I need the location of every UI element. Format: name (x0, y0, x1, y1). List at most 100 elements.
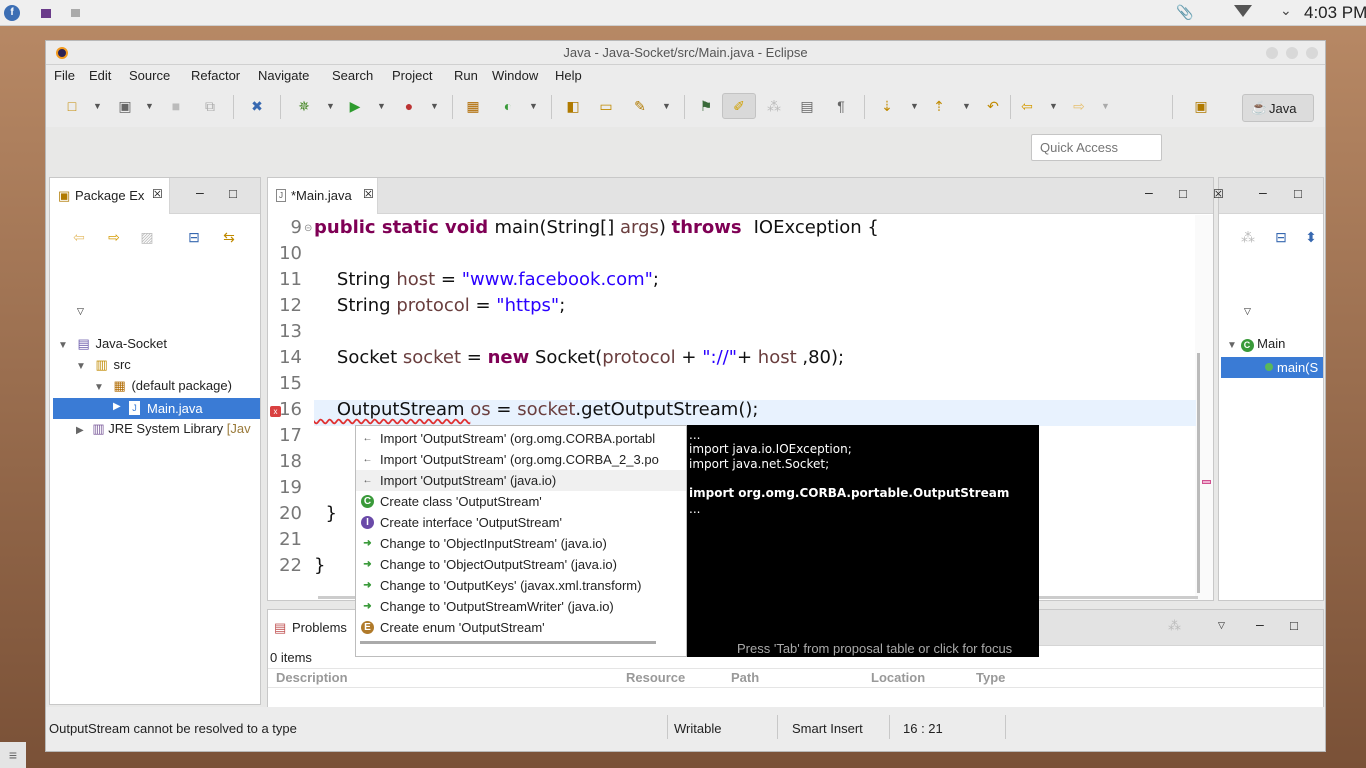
code-line[interactable]: String host = "www.facebook.com"; (314, 269, 659, 290)
up-nav-icon[interactable]: ▨ (138, 228, 156, 246)
quick-access-field[interactable] (1031, 134, 1162, 161)
proposal-item[interactable]: E Create enum 'OutputStream' (356, 617, 686, 638)
proposal-item[interactable]: C Create class 'OutputStream' (356, 491, 686, 512)
run-icon[interactable]: ▶ (346, 97, 364, 115)
maximize-icon[interactable]: □ (1179, 186, 1187, 201)
prev-annotation-dropdown-icon[interactable]: ▼ (962, 97, 971, 115)
editor-tab-main-java[interactable]: J *Main.java ☒ (268, 178, 378, 214)
new-class-dropdown-icon[interactable]: ▼ (529, 97, 538, 115)
menu-refactor[interactable]: Refactor (191, 68, 240, 83)
menu-file[interactable]: File (54, 68, 75, 83)
minimize-icon[interactable]: – (1145, 184, 1153, 200)
popup-scrollbar[interactable] (360, 641, 656, 644)
save-disabled-icon[interactable]: ■ (167, 97, 185, 115)
next-annotation-icon[interactable]: ⇣ (878, 97, 896, 115)
proposal-item[interactable]: ← Import 'OutputStream' (org.omg.CORBA_2_… (356, 449, 686, 470)
tree-item-jre[interactable]: ▶ ▥ JRE System Library [Jav (76, 421, 251, 441)
save-icon[interactable]: ▣ (116, 97, 134, 115)
mark-occurrences-icon[interactable]: ⁂ (765, 97, 783, 115)
tree-item-src[interactable]: ▼ ▥ src (76, 357, 131, 377)
code-line[interactable]: } (314, 503, 336, 524)
fold-marker-icon[interactable]: ⊝ (304, 223, 312, 234)
col-location[interactable]: Location (871, 670, 925, 685)
proposal-item[interactable]: ➜ Change to 'ObjectOutputStream' (java.io… (356, 554, 686, 575)
highlight-toggle-button[interactable]: ✐ (722, 93, 756, 119)
close-tab-icon[interactable]: ☒ (363, 187, 374, 201)
proposal-item[interactable]: ➜ Change to 'OutputStreamWriter' (java.io… (356, 596, 686, 617)
proposal-item[interactable]: ← Import 'OutputStream' (java.io) (356, 470, 686, 491)
debug-dropdown-icon[interactable]: ▼ (326, 97, 335, 115)
minimize-icon[interactable]: – (1256, 616, 1264, 632)
view-menu-icon[interactable]: ▽ (1218, 620, 1225, 631)
new-class-icon[interactable]: ◐ (499, 97, 517, 115)
outline-item-main-method[interactable]: main(S (1221, 357, 1323, 378)
outline-item-main[interactable]: ▼ C Main (1227, 336, 1285, 352)
proposal-item[interactable]: I Create interface 'OutputStream' (356, 512, 686, 533)
menu-source[interactable]: Source (129, 68, 170, 83)
clock[interactable]: 4:03 PM (1304, 3, 1366, 23)
tree-item-main-java[interactable]: ▶ J Main.java (53, 398, 260, 419)
package-explorer-tab[interactable]: ▣ Package Ex ☒ (50, 178, 170, 214)
save-dropdown-icon[interactable]: ▼ (145, 97, 154, 115)
proposal-item[interactable]: ➜ Change to 'OutputKeys' (javax.xml.trans… (356, 575, 686, 596)
open-folder-icon[interactable]: ▭ (597, 97, 615, 115)
open-type-icon[interactable]: ◧ (564, 97, 582, 115)
fedora-icon[interactable]: f (4, 5, 20, 21)
open-perspective-icon[interactable]: ▣ (1192, 97, 1210, 115)
menu-project[interactable]: Project (392, 68, 432, 83)
save-all-icon[interactable]: ⧉ (201, 97, 219, 115)
block-select-icon[interactable]: ▤ (798, 97, 816, 115)
attachment-icon[interactable]: 📎 (1176, 4, 1193, 21)
menu-navigate[interactable]: Navigate (258, 68, 309, 83)
col-description[interactable]: Description (276, 670, 348, 685)
eclipse-task-icon[interactable] (41, 9, 51, 18)
collapse-all-icon[interactable]: ⊟ (1272, 228, 1290, 246)
minimize-icon[interactable]: – (1259, 184, 1267, 200)
external-dropdown-icon[interactable]: ▼ (430, 97, 439, 115)
maximize-icon[interactable]: □ (229, 186, 237, 201)
close-window-button[interactable] (1306, 47, 1318, 59)
error-overview-marker[interactable] (1202, 480, 1211, 484)
java-perspective-button[interactable]: ☕ Java (1242, 94, 1314, 122)
link-icon[interactable]: ⬍ (1302, 228, 1320, 246)
col-resource[interactable]: Resource (626, 670, 685, 685)
last-edit-icon[interactable]: ↶ (984, 97, 1002, 115)
forward-nav-icon[interactable]: ⇨ (105, 228, 123, 246)
tree-item-project[interactable]: ▼ ▤ Java-Socket (58, 336, 167, 356)
collapse-all-icon[interactable]: ⊟ (185, 228, 203, 246)
forward-dropdown-icon[interactable]: ▼ (1101, 97, 1110, 115)
new-package-icon[interactable]: ▦ (464, 97, 482, 115)
proposal-item[interactable]: ➜ Change to 'ObjectInputStream' (java.io) (356, 533, 686, 554)
code-line[interactable]: public static void main(String[] args) t… (314, 217, 879, 238)
prev-annotation-icon[interactable]: ⇡ (930, 97, 948, 115)
col-type[interactable]: Type (976, 670, 1005, 685)
menu-run[interactable]: Run (454, 68, 478, 83)
maximize-icon[interactable]: □ (1294, 186, 1302, 201)
minimize-icon[interactable]: – (196, 184, 204, 200)
code-line[interactable]: Socket socket = new Socket(protocol + ":… (314, 347, 844, 368)
view-menu-icon[interactable]: ▽ (77, 306, 84, 317)
show-whitespace-icon[interactable]: ¶ (832, 97, 850, 115)
new-dropdown-icon[interactable]: ▼ (93, 97, 102, 115)
code-line[interactable]: OutputStream os = socket.getOutputStream… (314, 399, 759, 420)
back-nav-icon[interactable]: ⇦ (70, 228, 88, 246)
wifi-icon[interactable] (1234, 5, 1252, 17)
chevron-down-icon[interactable]: ⌄ (1280, 2, 1292, 19)
tree-item-default-package[interactable]: ▼ ▦ (default package) (94, 378, 232, 398)
view-settings-icon[interactable]: ⁂ (1168, 618, 1181, 634)
debug-icon[interactable]: ✵ (295, 97, 313, 115)
proposal-item[interactable]: ← Import 'OutputStream' (org.omg.CORBA.po… (356, 428, 686, 449)
menu-edit[interactable]: Edit (89, 68, 111, 83)
bottom-left-handle[interactable]: ≡ (0, 742, 26, 768)
code-line[interactable]: } (314, 555, 325, 576)
back-dropdown-icon[interactable]: ▼ (1049, 97, 1058, 115)
maximize-icon[interactable]: □ (1290, 618, 1298, 633)
close-tab-icon[interactable]: ☒ (152, 187, 163, 201)
menu-window[interactable]: Window (492, 68, 538, 83)
menu-search[interactable]: Search (332, 68, 373, 83)
next-annotation-dropdown-icon[interactable]: ▼ (910, 97, 919, 115)
pin-icon[interactable]: ✖ (248, 97, 266, 115)
link-editor-icon[interactable]: ⇆ (220, 228, 238, 246)
editor-scrollbar[interactable] (1197, 353, 1200, 593)
new-icon[interactable]: □ (63, 97, 81, 115)
